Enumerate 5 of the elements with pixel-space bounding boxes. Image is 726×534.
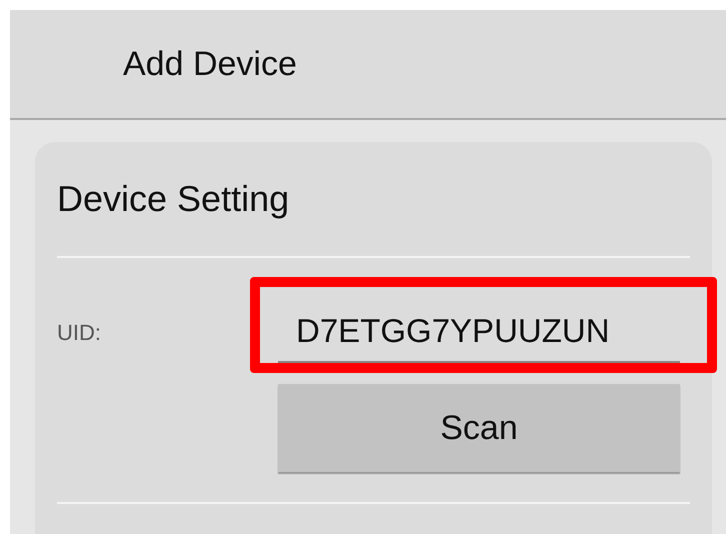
uid-label: UID: bbox=[57, 318, 102, 346]
app-bar-title: Add Device bbox=[123, 44, 297, 84]
scan-button[interactable]: Scan bbox=[278, 384, 680, 472]
card-title: Device Setting bbox=[57, 177, 290, 221]
uid-input-field[interactable]: D7ETGG7YPUUZUN bbox=[278, 301, 680, 363]
